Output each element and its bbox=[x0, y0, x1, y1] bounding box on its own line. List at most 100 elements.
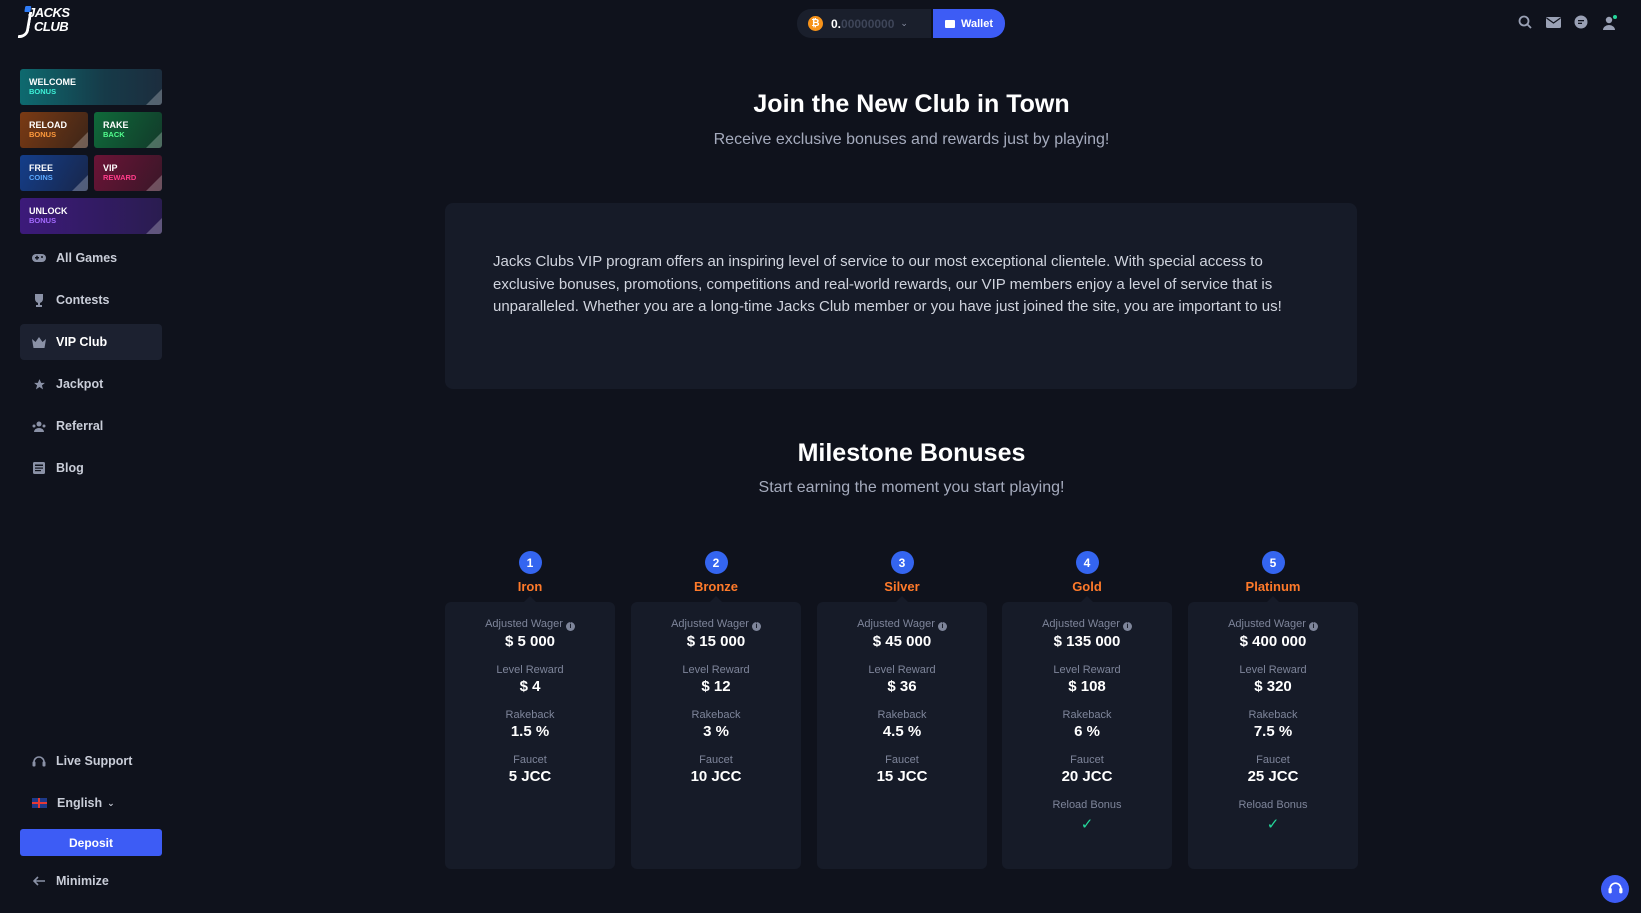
balance-selector[interactable]: ₿ 0. 00000000 ⌄ bbox=[797, 9, 931, 38]
faucet-label: Faucet bbox=[1070, 754, 1104, 766]
faucet-label: Faucet bbox=[1256, 754, 1290, 766]
milestones-subtitle: Start earning the moment you start playi… bbox=[758, 479, 1065, 496]
rakeback-value: 3 % bbox=[703, 723, 729, 740]
adjusted-wager-label: Adjusted Wager i bbox=[445, 618, 615, 631]
level-reward-label: Level Reward bbox=[682, 664, 750, 676]
info-icon[interactable]: i bbox=[937, 622, 947, 631]
info-icon[interactable]: i bbox=[751, 622, 761, 631]
chat-icon[interactable] bbox=[1573, 14, 1589, 30]
sidebar-item-all-games[interactable]: All Games bbox=[20, 240, 162, 276]
milestone-level-5: 5 Platinum Adjusted Wager i $ 400 000 Level R… bbox=[1188, 551, 1358, 869]
faucet-label: Faucet bbox=[885, 754, 919, 766]
live-support-link[interactable]: Live Support bbox=[20, 743, 162, 779]
bitcoin-icon: ₿ bbox=[808, 16, 823, 31]
level-reward-label: Level Reward bbox=[1239, 664, 1307, 676]
sidebar-item-contests[interactable]: Contests bbox=[20, 282, 162, 318]
uk-flag-icon bbox=[32, 798, 47, 808]
adjusted-wager-value: $ 5 000 bbox=[504, 633, 556, 650]
deposit-button[interactable]: Deposit bbox=[20, 829, 162, 856]
level-card: Adjusted Wager i $ 45 000 Level Reward $ 36 R… bbox=[817, 596, 987, 869]
level-reward-label: Level Reward bbox=[1053, 664, 1121, 676]
rakeback-label: Rakeback bbox=[1248, 709, 1298, 721]
balance-value: 0. bbox=[831, 16, 842, 31]
page-subtitle: Receive exclusive bonuses and rewards ju… bbox=[713, 131, 1110, 148]
gamepad-icon bbox=[32, 251, 46, 265]
faucet-value: 5 JCC bbox=[508, 768, 552, 785]
rakeback-label: Rakeback bbox=[877, 709, 927, 721]
milestones-title: Milestone Bonuses bbox=[797, 439, 1026, 467]
chevron-down-icon: ⌄ bbox=[900, 18, 908, 28]
arrow-left-icon bbox=[32, 874, 46, 888]
level-number-badge: 5 bbox=[1261, 551, 1285, 574]
adjusted-wager-value: $ 45 000 bbox=[872, 633, 932, 650]
chevron-down-icon: ⌄ bbox=[107, 797, 115, 808]
level-number-badge: 2 bbox=[704, 551, 728, 574]
sidebar-item-vip-club[interactable]: VIP Club bbox=[20, 324, 162, 360]
crown-icon bbox=[32, 335, 46, 349]
rakeback-value: 4.5 % bbox=[882, 723, 922, 740]
faucet-label: Faucet bbox=[513, 754, 547, 766]
top-icons bbox=[1517, 14, 1617, 30]
level-name: Silver bbox=[884, 579, 920, 594]
milestone-level-1: 1 Iron Adjusted Wager i $ 5 000 Level Reward $… bbox=[445, 551, 615, 869]
faucet-value: 25 JCC bbox=[1247, 768, 1299, 785]
level-number-badge: 4 bbox=[1075, 551, 1099, 574]
level-reward-value: $ 108 bbox=[1068, 678, 1106, 695]
trophy-icon bbox=[32, 293, 46, 307]
rakeback-label: Rakeback bbox=[1062, 709, 1112, 721]
level-number-badge: 3 bbox=[890, 551, 914, 574]
faucet-value: 15 JCC bbox=[876, 768, 928, 785]
search-icon[interactable] bbox=[1517, 14, 1533, 30]
level-reward-value: $ 4 bbox=[519, 678, 541, 695]
headset-icon bbox=[1608, 881, 1623, 898]
wallet-button[interactable]: Wallet bbox=[933, 9, 1005, 38]
rakeback-value: 1.5 % bbox=[510, 723, 550, 740]
support-chat-button[interactable] bbox=[1601, 875, 1629, 903]
users-icon bbox=[32, 419, 46, 433]
milestone-level-2: 2 Bronze Adjusted Wager i $ 15 000 Level Rewa… bbox=[631, 551, 801, 869]
level-name: Gold bbox=[1072, 579, 1102, 594]
info-icon[interactable]: i bbox=[1308, 622, 1318, 631]
adjusted-wager-value: $ 400 000 bbox=[1239, 633, 1307, 650]
milestone-level-3: 3 Silver Adjusted Wager i $ 45 000 Level Rewa… bbox=[817, 551, 987, 869]
faucet-value: 10 JCC bbox=[690, 768, 742, 785]
info-icon[interactable]: i bbox=[565, 622, 575, 631]
adjusted-wager-label: Adjusted Wager i bbox=[1188, 618, 1358, 631]
level-card: Adjusted Wager i $ 15 000 Level Reward $ 12 R… bbox=[631, 596, 801, 869]
reload-bonus-label: Reload Bonus bbox=[1238, 799, 1308, 811]
reload-bonus-label: Reload Bonus bbox=[1052, 799, 1122, 811]
level-reward-label: Level Reward bbox=[868, 664, 936, 676]
language-selector[interactable]: English ⌄ bbox=[20, 785, 162, 821]
level-number-badge: 1 bbox=[518, 551, 542, 574]
star-icon bbox=[32, 377, 46, 391]
profile-icon[interactable] bbox=[1601, 14, 1617, 30]
rakeback-label: Rakeback bbox=[505, 709, 555, 721]
faucet-label: Faucet bbox=[699, 754, 733, 766]
checkmark-icon: ✓ bbox=[1266, 816, 1280, 833]
faucet-value: 20 JCC bbox=[1061, 768, 1113, 785]
info-icon[interactable]: i bbox=[1122, 622, 1132, 631]
promo-unlock-bonus[interactable]: UNLOCK BONUS bbox=[20, 198, 162, 234]
adjusted-wager-value: $ 15 000 bbox=[686, 633, 746, 650]
level-name: Platinum bbox=[1245, 579, 1301, 594]
minimize-sidebar-button[interactable]: Minimize bbox=[20, 863, 162, 899]
vip-intro-text: Jacks Clubs VIP program offers an inspir… bbox=[493, 253, 1282, 315]
milestone-level-4: 4 Gold Adjusted Wager i $ 135 000 Level Rewar… bbox=[1002, 551, 1172, 869]
adjusted-wager-label: Adjusted Wager i bbox=[631, 618, 801, 631]
sidebar-item-jackpot[interactable]: Jackpot bbox=[20, 366, 162, 402]
rakeback-label: Rakeback bbox=[691, 709, 741, 721]
headset-icon bbox=[32, 754, 46, 768]
promo-free-coins[interactable]: FREE COINS bbox=[20, 155, 88, 191]
rakeback-value: 6 % bbox=[1074, 723, 1100, 740]
promo-vip-reward[interactable]: VIP REWARD bbox=[94, 155, 162, 191]
jacks-club-logo[interactable]: JACKS CLUB bbox=[17, 6, 70, 44]
level-card: Adjusted Wager i $ 135 000 Level Reward $ 10… bbox=[1002, 596, 1172, 869]
mail-icon[interactable] bbox=[1545, 14, 1561, 30]
level-reward-label: Level Reward bbox=[496, 664, 564, 676]
level-name: Iron bbox=[517, 579, 543, 594]
level-name: Bronze bbox=[693, 579, 739, 594]
adjusted-wager-label: Adjusted Wager i bbox=[1002, 618, 1172, 631]
level-card: Adjusted Wager i $ 5 000 Level Reward $ 4 Rak… bbox=[445, 596, 615, 869]
balance-decimals: 00000000 bbox=[841, 16, 895, 31]
vip-intro-card: Jacks Clubs VIP program offers an inspir… bbox=[445, 203, 1357, 389]
